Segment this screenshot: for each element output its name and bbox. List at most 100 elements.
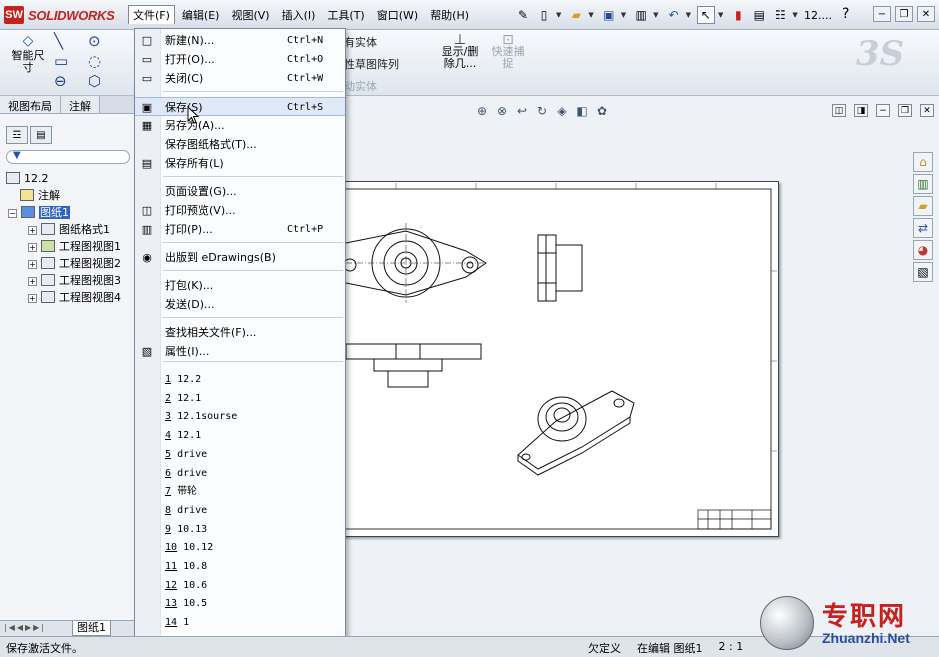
file-menu-item[interactable]: ◉ 出版到 eDrawings(B)	[135, 248, 345, 267]
chevron-down-icon[interactable]: ▼	[653, 11, 658, 19]
print-icon[interactable]: ▥	[632, 6, 650, 24]
tree-item[interactable]: + 工程图视图1	[6, 238, 121, 255]
minimize-icon[interactable]: −	[873, 6, 891, 22]
menu-insert[interactable]: 插入(I)	[277, 5, 321, 24]
recent-file-item[interactable]: 13 10.5	[135, 594, 345, 613]
custom-properties-icon[interactable]: ▧	[913, 262, 933, 282]
menu-view[interactable]: 视图(V)	[226, 5, 274, 24]
slot-icon[interactable]: ⊖	[54, 72, 67, 90]
recent-file-item[interactable]: 9 10.13	[135, 520, 345, 539]
recent-file-item[interactable]: 5 drive	[135, 445, 345, 464]
tree-item[interactable]: 注解	[6, 187, 121, 204]
file-menu-item[interactable]: ▦ 另存为(A)...	[135, 116, 345, 135]
recent-file-item[interactable]: 14 1	[135, 613, 345, 632]
tree-item[interactable]: − 图纸1	[6, 204, 121, 221]
recent-file-item[interactable]: 12 10.6	[135, 576, 345, 595]
recent-file-item[interactable]: 4 12.1	[135, 426, 345, 445]
file-menu-item[interactable]: ▭ 打开(O)... Ctrl+O	[135, 50, 345, 69]
file-menu-item[interactable]: 保存图纸格式(T)...	[135, 135, 345, 154]
expand-icon[interactable]: +	[28, 294, 37, 303]
arc-icon[interactable]: ◌	[88, 52, 101, 70]
chevron-down-icon[interactable]: ▼	[792, 11, 797, 19]
undo-icon[interactable]: ↶	[665, 6, 683, 24]
expand-icon[interactable]: +	[28, 243, 37, 252]
show-delete-relations-button[interactable]: ⊥ 显示/删除几...	[440, 33, 480, 70]
recent-file-item[interactable]: 10 10.12	[135, 538, 345, 557]
rectangle-icon[interactable]: ▭	[54, 52, 68, 70]
tree-filter[interactable]: ▼	[6, 150, 130, 164]
expand-icon[interactable]: +	[28, 226, 37, 235]
select-icon[interactable]: ↖	[696, 6, 715, 24]
quick-snap-button[interactable]: ⊡ 快速捕捉	[488, 33, 528, 70]
appearances-icon[interactable]: ◕	[913, 240, 933, 260]
chevron-down-icon[interactable]: ▼	[556, 11, 561, 19]
smart-dimension-button[interactable]: ◇ 智能尺寸	[8, 34, 48, 74]
rebuild-icon[interactable]: ▮	[729, 6, 747, 24]
help-icon[interactable]: ?	[842, 6, 849, 22]
property-tab-icon[interactable]: ▤	[30, 126, 52, 144]
chevron-down-icon[interactable]: ▼	[588, 11, 593, 19]
chevron-down-icon[interactable]: ▼	[686, 11, 691, 19]
display-style-icon[interactable]: ◈	[554, 103, 570, 119]
restore-icon[interactable]: ❐	[898, 104, 912, 117]
recent-file-item[interactable]: 7 带轮	[135, 482, 345, 501]
file-menu-item[interactable]: 打包(K)...	[135, 276, 345, 295]
home-icon[interactable]: ⌂	[913, 152, 933, 172]
feature-tree-tab-icon[interactable]: ☲	[6, 126, 28, 144]
tree-item[interactable]: + 工程图视图4	[6, 289, 121, 306]
sheet-tab[interactable]: 图纸1	[72, 621, 111, 636]
file-menu-item[interactable]: ▤ 保存所有(L)	[135, 154, 345, 173]
sheet-nav-icon[interactable]: |◀◀▶▶|	[4, 623, 46, 632]
pin-icon[interactable]: ✎	[514, 6, 532, 24]
file-explorer-icon[interactable]: ▰	[913, 196, 933, 216]
view-settings-icon[interactable]: ✿	[594, 103, 610, 119]
tab-annotation[interactable]: 注解	[61, 96, 100, 113]
recent-file-item[interactable]: 8 drive	[135, 501, 345, 520]
tile-icon[interactable]: ◫	[832, 104, 846, 117]
menu-help[interactable]: 帮助(H)	[425, 5, 474, 24]
file-menu-item[interactable]: 查找相关文件(F)...	[135, 323, 345, 342]
tree-item[interactable]: + 工程图视图2	[6, 255, 121, 272]
previous-view-icon[interactable]: ↩	[514, 103, 530, 119]
expand-icon[interactable]: +	[28, 260, 37, 269]
file-menu-item[interactable]: ▭ 关闭(C) Ctrl+W	[135, 69, 345, 88]
view-palette-icon[interactable]: ⇄	[913, 218, 933, 238]
file-menu-item[interactable]: □ 新建(N)... Ctrl+N	[135, 31, 345, 50]
restore-icon[interactable]: ❐	[895, 6, 913, 22]
file-menu-item[interactable]: ▧ 属性(I)...	[135, 342, 345, 361]
menu-window[interactable]: 窗口(W)	[372, 5, 423, 24]
file-menu-item[interactable]: ▣ 保存(S) Ctrl+S	[135, 97, 345, 116]
zoom-area-icon[interactable]: ⊗	[494, 103, 510, 119]
minimize-icon[interactable]: −	[876, 104, 890, 117]
recent-file-item[interactable]: 1 12.2	[135, 370, 345, 389]
close-icon[interactable]: ✕	[920, 104, 934, 117]
status-scale[interactable]: 2 : 1	[719, 640, 744, 656]
menu-tools[interactable]: 工具(T)	[322, 5, 369, 24]
expand-icon[interactable]: +	[28, 277, 37, 286]
recent-file-item[interactable]: 2 12.1	[135, 389, 345, 408]
close-icon[interactable]: ✕	[917, 6, 935, 22]
menu-file[interactable]: 文件(F)	[128, 5, 175, 24]
tab-view-layout[interactable]: 视图布局	[0, 96, 61, 113]
tree-item[interactable]: + 工程图视图3	[6, 272, 121, 289]
options-icon[interactable]: ☷	[771, 6, 789, 24]
recent-file-item[interactable]: 3 12.1sourse	[135, 407, 345, 426]
recent-file-item[interactable]: 6 drive	[135, 464, 345, 483]
file-menu-item[interactable]: 页面设置(G)...	[135, 182, 345, 201]
file-properties-icon[interactable]: ▤	[750, 6, 768, 24]
recent-file-item[interactable]: 11 10.8	[135, 557, 345, 576]
chevron-down-icon[interactable]: ▼	[718, 11, 723, 19]
hide-show-icon[interactable]: ◧	[574, 103, 590, 119]
split-icon[interactable]: ◨	[854, 104, 868, 117]
chevron-down-icon[interactable]: ▼	[621, 11, 626, 19]
file-menu-item[interactable]: ◫ 打印预览(V)...	[135, 201, 345, 220]
file-menu-item[interactable]: ▥ 打印(P)... Ctrl+P	[135, 220, 345, 239]
circle-icon[interactable]: ⊙	[88, 32, 101, 50]
zoom-fit-icon[interactable]: ⊕	[474, 103, 490, 119]
tree-item[interactable]: + 图纸格式1	[6, 221, 121, 238]
design-library-icon[interactable]: ▥	[913, 174, 933, 194]
ribbon-item-solid[interactable]: 有实体	[344, 34, 377, 50]
rebuild-icon[interactable]: ↻	[534, 103, 550, 119]
new-icon[interactable]: ▯	[535, 6, 553, 24]
open-icon[interactable]: ▰	[567, 6, 585, 24]
